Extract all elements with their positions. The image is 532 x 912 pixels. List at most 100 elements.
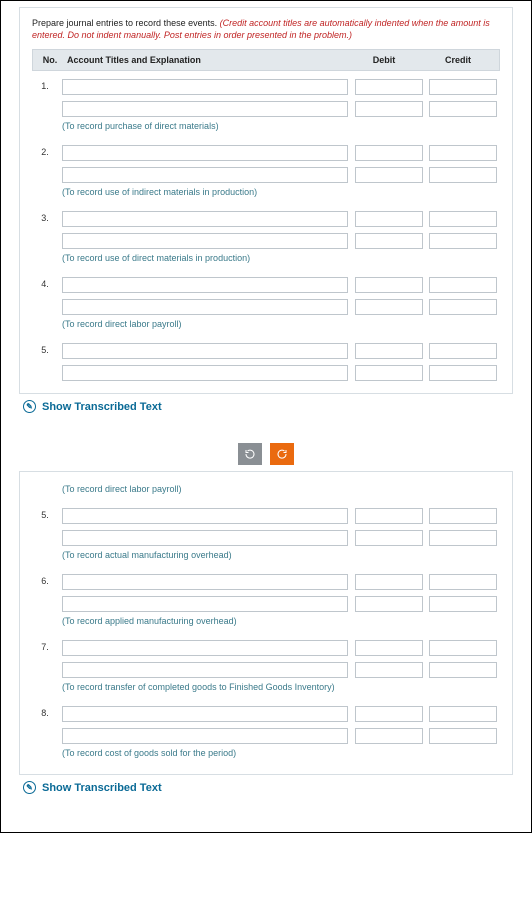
account-title-input[interactable] — [62, 596, 348, 612]
debit-input[interactable] — [355, 530, 423, 546]
debit-input[interactable] — [355, 574, 423, 590]
table-row: 3. — [32, 207, 500, 229]
panel1-body: 1.(To record purchase of direct material… — [32, 75, 500, 383]
debit-input[interactable] — [355, 596, 423, 612]
credit-input[interactable] — [429, 706, 497, 722]
credit-input[interactable] — [429, 640, 497, 656]
journal-entry: 5. (To record actual manufacturing overhe… — [32, 504, 500, 566]
account-title-input[interactable] — [62, 233, 348, 249]
debit-input[interactable] — [355, 145, 423, 161]
entry-caption: (To record use of indirect materials in … — [58, 187, 352, 197]
credit-input[interactable] — [429, 343, 497, 359]
debit-input[interactable] — [355, 211, 423, 227]
table-row — [32, 361, 500, 383]
account-title-input[interactable] — [62, 145, 348, 161]
table-row — [32, 526, 500, 548]
account-title-input[interactable] — [62, 343, 348, 359]
credit-input[interactable] — [429, 508, 497, 524]
debit-input[interactable] — [355, 728, 423, 744]
debit-input[interactable] — [355, 167, 423, 183]
table-row: 4. — [32, 273, 500, 295]
show-transcribed-button-2[interactable]: ✎ Show Transcribed Text — [23, 781, 509, 794]
entry-number: 4. — [32, 279, 58, 289]
debit-input[interactable] — [355, 365, 423, 381]
debit-input[interactable] — [355, 277, 423, 293]
show-transcribed-label: Show Transcribed Text — [42, 401, 162, 413]
panel2-top-caption-row: (To record direct labor payroll) — [32, 482, 500, 500]
journal-entry: 8. (To record cost of goods sold for the … — [32, 702, 500, 764]
credit-input[interactable] — [429, 145, 497, 161]
debit-input[interactable] — [355, 79, 423, 95]
credit-input[interactable] — [429, 574, 497, 590]
credit-input[interactable] — [429, 167, 497, 183]
debit-input[interactable] — [355, 662, 423, 678]
entry-caption-row: (To record transfer of completed goods t… — [32, 680, 500, 698]
entry-number: 3. — [32, 213, 58, 223]
credit-input[interactable] — [429, 596, 497, 612]
table-header: No. Account Titles and Explanation Debit… — [32, 49, 500, 71]
credit-input[interactable] — [429, 101, 497, 117]
credit-input[interactable] — [429, 662, 497, 678]
account-title-input[interactable] — [62, 706, 348, 722]
rotate-button[interactable] — [270, 443, 294, 465]
journal-entry: 5. — [32, 339, 500, 383]
account-title-input[interactable] — [62, 662, 348, 678]
entry-number: 5. — [32, 510, 58, 520]
entry-number: 8. — [32, 708, 58, 718]
debit-input[interactable] — [355, 101, 423, 117]
debit-input[interactable] — [355, 233, 423, 249]
transcribe-icon: ✎ — [23, 400, 36, 413]
credit-input[interactable] — [429, 211, 497, 227]
credit-input[interactable] — [429, 233, 497, 249]
table-row — [32, 97, 500, 119]
table-row: 1. — [32, 75, 500, 97]
account-title-input[interactable] — [62, 365, 348, 381]
account-title-input[interactable] — [62, 277, 348, 293]
refresh-button[interactable] — [238, 443, 262, 465]
instructions: Prepare journal entries to record these … — [32, 18, 500, 41]
account-title-input[interactable] — [62, 640, 348, 656]
account-title-input[interactable] — [62, 211, 348, 227]
credit-input[interactable] — [429, 728, 497, 744]
journal-panel-1: Prepare journal entries to record these … — [19, 7, 513, 394]
show-transcribed-button[interactable]: ✎ Show Transcribed Text — [23, 400, 509, 413]
entry-caption: (To record direct labor payroll) — [58, 319, 352, 329]
credit-input[interactable] — [429, 365, 497, 381]
credit-input[interactable] — [429, 530, 497, 546]
entry-number: 7. — [32, 642, 58, 652]
account-title-input[interactable] — [62, 167, 348, 183]
credit-input[interactable] — [429, 79, 497, 95]
transcribe-icon: ✎ — [23, 781, 36, 794]
table-row: 7. — [32, 636, 500, 658]
journal-entry: 1.(To record purchase of direct material… — [32, 75, 500, 137]
account-title-input[interactable] — [62, 574, 348, 590]
account-title-input[interactable] — [62, 299, 348, 315]
account-title-input[interactable] — [62, 508, 348, 524]
debit-input[interactable] — [355, 508, 423, 524]
col-no-header: No. — [37, 55, 63, 65]
account-title-input[interactable] — [62, 728, 348, 744]
account-title-input[interactable] — [62, 79, 348, 95]
entry-caption-row: (To record direct labor payroll) — [32, 317, 500, 335]
col-acct-header: Account Titles and Explanation — [63, 55, 347, 65]
table-row: 2. — [32, 141, 500, 163]
debit-input[interactable] — [355, 343, 423, 359]
entry-caption: (To record applied manufacturing overhea… — [58, 616, 352, 626]
debit-input[interactable] — [355, 706, 423, 722]
table-row — [32, 592, 500, 614]
journal-entry: 3. (To record use of direct materials in … — [32, 207, 500, 269]
page-container: Prepare journal entries to record these … — [0, 0, 532, 833]
panel2-body: 5. (To record actual manufacturing overhe… — [32, 504, 500, 764]
debit-input[interactable] — [355, 640, 423, 656]
entry-caption: (To record cost of goods sold for the pe… — [58, 748, 352, 758]
table-row: 8. — [32, 702, 500, 724]
entry-caption-row: (To record use of direct materials in pr… — [32, 251, 500, 269]
account-title-input[interactable] — [62, 530, 348, 546]
entry-caption-row: (To record applied manufacturing overhea… — [32, 614, 500, 632]
credit-input[interactable] — [429, 277, 497, 293]
credit-input[interactable] — [429, 299, 497, 315]
account-title-input[interactable] — [62, 101, 348, 117]
entry-caption: (To record actual manufacturing overhead… — [58, 550, 352, 560]
image-toolbar — [1, 443, 531, 465]
debit-input[interactable] — [355, 299, 423, 315]
